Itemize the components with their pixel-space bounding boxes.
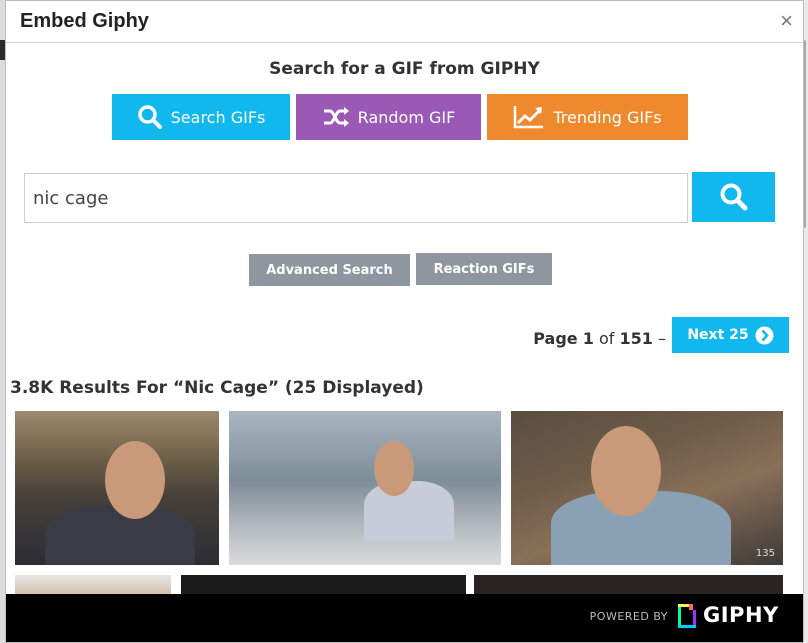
advanced-search-button[interactable]: Advanced Search	[249, 254, 410, 286]
current-page: 1	[582, 329, 594, 348]
gif-thumbnail[interactable]: 135	[511, 411, 783, 565]
gif-face	[105, 441, 165, 519]
pager-dash: –	[658, 329, 666, 348]
search-icon	[137, 105, 162, 129]
results-title: 3.8K Results For “Nic Cage” (25 Displaye…	[10, 378, 424, 398]
gif-face	[374, 441, 414, 496]
random-gif-button[interactable]: Random GIF	[296, 94, 481, 140]
search-icon	[720, 183, 747, 211]
gif-figure	[364, 481, 454, 541]
next-page-button[interactable]: Next 25	[672, 317, 789, 353]
giphy-brand: GIPHY	[703, 603, 779, 627]
chevron-right-circle-icon	[755, 326, 774, 344]
reaction-gifs-button[interactable]: Reaction GIFs	[416, 253, 552, 285]
search-input[interactable]	[24, 173, 688, 223]
of-label: of	[598, 329, 615, 348]
close-icon[interactable]: ×	[780, 10, 793, 32]
random-gif-label: Random GIF	[357, 107, 456, 127]
embed-giphy-dialog: Embed Giphy × Search for a GIF from GIPH…	[5, 0, 804, 643]
gif-thumbnail[interactable]	[15, 411, 219, 565]
gif-thumbnail[interactable]	[229, 411, 501, 565]
pagination-status: Page 1 of 151 –	[533, 329, 666, 348]
giphy-logo-icon	[678, 604, 696, 628]
search-heading: Search for a GIF from GIPHY	[269, 59, 540, 79]
next-page-label: Next 25	[687, 327, 749, 343]
gif-figure	[45, 506, 195, 565]
dialog-title: Embed Giphy	[20, 10, 149, 32]
powered-by-footer: POWERED BY GIPHY	[6, 594, 803, 642]
gif-face	[591, 426, 661, 516]
trending-gifs-label: Trending GIFs	[553, 107, 662, 127]
search-gifs-button[interactable]: Search GIFs	[112, 94, 290, 140]
dialog-titlebar: Embed Giphy ×	[6, 1, 803, 43]
powered-by-label: POWERED BY	[589, 610, 668, 623]
page-prefix: Page	[533, 329, 578, 348]
trending-chart-icon	[514, 106, 544, 129]
search-gifs-label: Search GIFs	[170, 107, 266, 127]
gif-watermark: 135	[755, 548, 775, 559]
total-pages: 151	[619, 329, 653, 348]
search-submit-button[interactable]	[692, 172, 775, 222]
trending-gifs-button[interactable]: Trending GIFs	[487, 94, 688, 140]
shuffle-icon	[323, 107, 349, 127]
